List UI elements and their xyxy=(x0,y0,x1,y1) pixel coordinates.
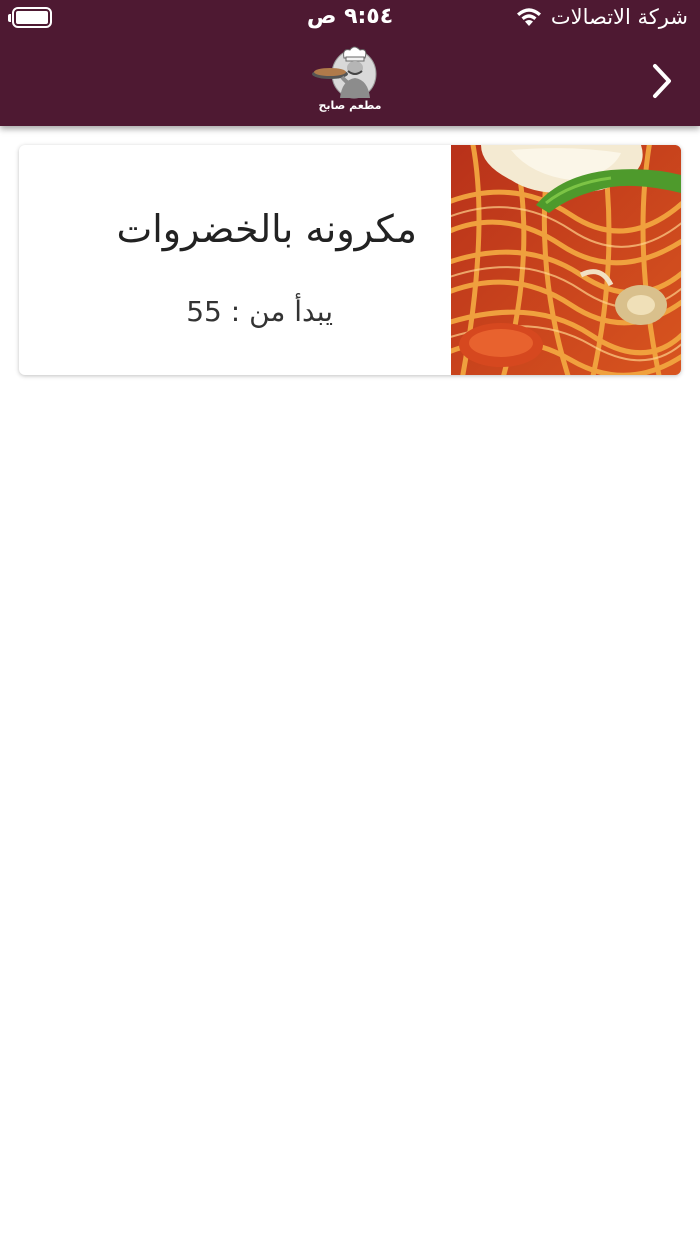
product-price: يبدأ من : 55 xyxy=(186,295,333,328)
status-bar: ٩:٥٤ ص شركة الاتصالات xyxy=(0,0,700,36)
top-bar: ٩:٥٤ ص شركة الاتصالات مطعم صابح xyxy=(0,0,700,126)
carrier-name: شركة الاتصالات xyxy=(550,5,688,29)
restaurant-logo[interactable]: مطعم صابح xyxy=(310,44,390,116)
chef-logo-icon xyxy=(312,46,377,99)
pasta-photo-icon xyxy=(451,145,681,375)
product-image xyxy=(451,145,681,375)
app-screen: ٩:٥٤ ص شركة الاتصالات مطعم صابح مكرونه ب… xyxy=(0,0,700,1244)
product-card[interactable]: مكرونه بالخضروات يبدأ من : 55 xyxy=(19,145,681,375)
product-name: مكرونه بالخضروات xyxy=(116,207,417,251)
chevron-right-icon xyxy=(653,64,671,98)
wifi-icon xyxy=(515,6,543,28)
navigation-bar: مطعم صابح xyxy=(0,36,700,126)
logo-text: مطعم صابح xyxy=(318,99,382,112)
carrier-group: شركة الاتصالات xyxy=(515,5,688,29)
back-button[interactable] xyxy=(642,58,682,104)
